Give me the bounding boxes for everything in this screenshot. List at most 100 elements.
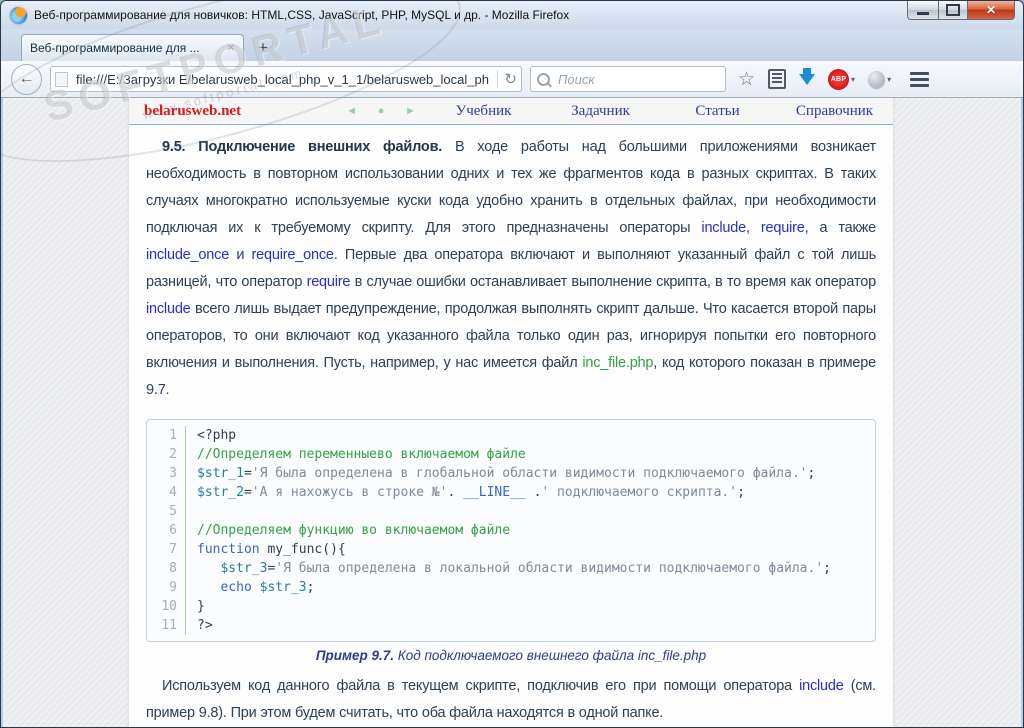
article-content: 9.5. Подключение внешних файлов. В ходе …: [129, 134, 893, 727]
url-input[interactable]: [74, 71, 491, 88]
new-tab-button[interactable]: +: [252, 38, 274, 58]
inline-link-include[interactable]: include: [146, 301, 191, 317]
code-text: ?>: [186, 616, 213, 635]
close-icon: ✕: [986, 3, 996, 17]
extension-orb-icon: [868, 71, 885, 88]
tab-strip: Веб-программирование для ... ✕ +: [1, 29, 1023, 61]
firefox-icon: [10, 7, 27, 24]
code-text: //Определяем функцию во включаемом файле: [186, 521, 510, 540]
page-viewport: belarusweb.net ◄ ● ► Учебник Задачник Ст…: [3, 98, 1021, 727]
page-icon: [55, 72, 68, 87]
caption-text: Код подключаемого внешнего файла inc_fil…: [394, 648, 706, 663]
code-text: $str_1='Я была определена в глобальной о…: [186, 464, 815, 483]
inline-link-require[interactable]: require: [761, 220, 805, 236]
code-text: echo $str_3;: [186, 578, 314, 597]
nav-item-textbook[interactable]: Учебник: [425, 103, 542, 120]
code-example-9-7: 1<?php2//Определяем переменныево включае…: [146, 419, 876, 642]
search-icon: [537, 73, 550, 86]
back-arrow-icon: ←: [19, 70, 35, 88]
code-text: $str_3='Я была определена в локальной об…: [186, 559, 831, 578]
toolbar-icons: ☆ ABP ▾ ▾: [738, 68, 929, 91]
code-text: }: [186, 597, 205, 616]
extension-button[interactable]: ▾: [868, 71, 891, 88]
tab-label: Веб-программирование для ...: [30, 41, 221, 55]
reload-icon[interactable]: ↻: [497, 70, 517, 88]
section-heading: 9.5. Подключение внешних файлов.: [162, 139, 442, 155]
site-navigation: belarusweb.net ◄ ● ► Учебник Задачник Ст…: [129, 98, 893, 125]
line-number: 4: [147, 483, 186, 502]
code-line: 11?>: [147, 616, 875, 635]
text-segment: Используем код данного файла в текущем с…: [162, 678, 799, 694]
nav-item-reference[interactable]: Справочник: [776, 103, 893, 120]
line-number: 1: [147, 426, 186, 445]
text-segment: и: [229, 247, 251, 263]
window-controls: ✕: [907, 1, 1015, 20]
chevron-down-icon: ▾: [851, 75, 855, 84]
code-line: 10}: [147, 597, 875, 616]
line-number: 5: [147, 502, 186, 521]
inline-link-include-once[interactable]: include_once: [146, 247, 229, 263]
code-line: 4$str_2='А я нахожусь в строке №'. __LIN…: [147, 483, 875, 502]
text-segment: ,: [746, 220, 761, 236]
nav-item-articles[interactable]: Статьи: [659, 103, 776, 120]
minimize-button[interactable]: [907, 1, 939, 20]
line-number: 7: [147, 540, 186, 559]
title-bar[interactable]: Веб-программирование для новичков: HTML,…: [1, 1, 1023, 29]
search-bar[interactable]: [530, 66, 726, 92]
browser-window: Веб-программирование для новичков: HTML,…: [0, 0, 1024, 728]
code-line: 6//Определяем функцию во включаемом файл…: [147, 521, 875, 540]
maximize-button[interactable]: [939, 1, 968, 20]
line-number: 9: [147, 578, 186, 597]
inline-link-include[interactable]: include: [799, 678, 844, 694]
code-text: function my_func(){: [186, 540, 346, 559]
tab-active[interactable]: Веб-программирование для ... ✕: [21, 34, 244, 61]
code-line: 2//Определяем переменныево включаемом фа…: [147, 445, 875, 464]
tab-close-icon[interactable]: ✕: [227, 43, 235, 54]
close-button[interactable]: ✕: [968, 1, 1015, 20]
menu-button[interactable]: [910, 72, 929, 87]
back-button[interactable]: ←: [11, 64, 42, 95]
adblock-button[interactable]: ABP ▾: [828, 69, 855, 90]
chevron-down-icon: ▾: [887, 75, 891, 84]
line-number: 8: [147, 559, 186, 578]
code-line: 3$str_1='Я была определена в глобальной …: [147, 464, 875, 483]
inline-link-require[interactable]: require: [307, 274, 351, 290]
text-segment: в случае ошибки останавливает выполнение…: [350, 274, 876, 290]
code-text: $str_2='А я нахожусь в строке №'. __LINE…: [186, 483, 745, 502]
line-number: 3: [147, 464, 186, 483]
line-number: 2: [147, 445, 186, 464]
caption-label: Пример 9.7.: [316, 648, 394, 663]
inline-link-require-once[interactable]: require_once: [252, 247, 334, 263]
navigation-toolbar: ← ↻ ☆ ABP ▾ ▾: [1, 61, 1023, 98]
downloads-icon[interactable]: [799, 74, 815, 85]
code-text: //Определяем переменныево включаемом фай…: [186, 445, 526, 464]
nav-item-problems[interactable]: Задачник: [542, 103, 659, 120]
code-line: 9 echo $str_3;: [147, 578, 875, 597]
bookmarks-menu-icon[interactable]: [768, 69, 786, 89]
line-number: 6: [147, 521, 186, 540]
line-number: 10: [147, 597, 186, 616]
inline-link-inc-file[interactable]: inc_file.php: [582, 355, 653, 371]
code-text: [186, 502, 205, 521]
paragraph-1: 9.5. Подключение внешних файлов. В ходе …: [146, 134, 876, 404]
minimize-icon: [917, 12, 929, 15]
code-text: <?php: [186, 426, 236, 445]
text-segment: , а также: [805, 220, 876, 236]
code-caption: Пример 9.7. Код подключаемого внешнего ф…: [146, 648, 876, 663]
search-input[interactable]: [556, 71, 738, 88]
page-content-column: belarusweb.net ◄ ● ► Учебник Задачник Ст…: [129, 98, 893, 727]
adblock-icon: ABP: [828, 69, 849, 90]
code-line: 8 $str_3='Я была определена в локальной …: [147, 559, 875, 578]
bookmark-star-icon[interactable]: ☆: [738, 68, 755, 91]
code-line: 7function my_func(){: [147, 540, 875, 559]
site-brand[interactable]: belarusweb.net: [144, 103, 241, 120]
code-line: 5: [147, 502, 875, 521]
address-bar[interactable]: ↻: [50, 66, 522, 92]
inline-link-include[interactable]: include: [701, 220, 746, 236]
code-line: 1<?php: [147, 426, 875, 445]
nav-pager-arrows-icon[interactable]: ◄ ● ►: [346, 105, 425, 117]
line-number: 11: [147, 616, 186, 635]
paragraph-2: Используем код данного файла в текущем с…: [146, 673, 876, 727]
window-title: Веб-программирование для новичков: HTML,…: [34, 8, 569, 22]
maximize-icon: [946, 4, 960, 16]
